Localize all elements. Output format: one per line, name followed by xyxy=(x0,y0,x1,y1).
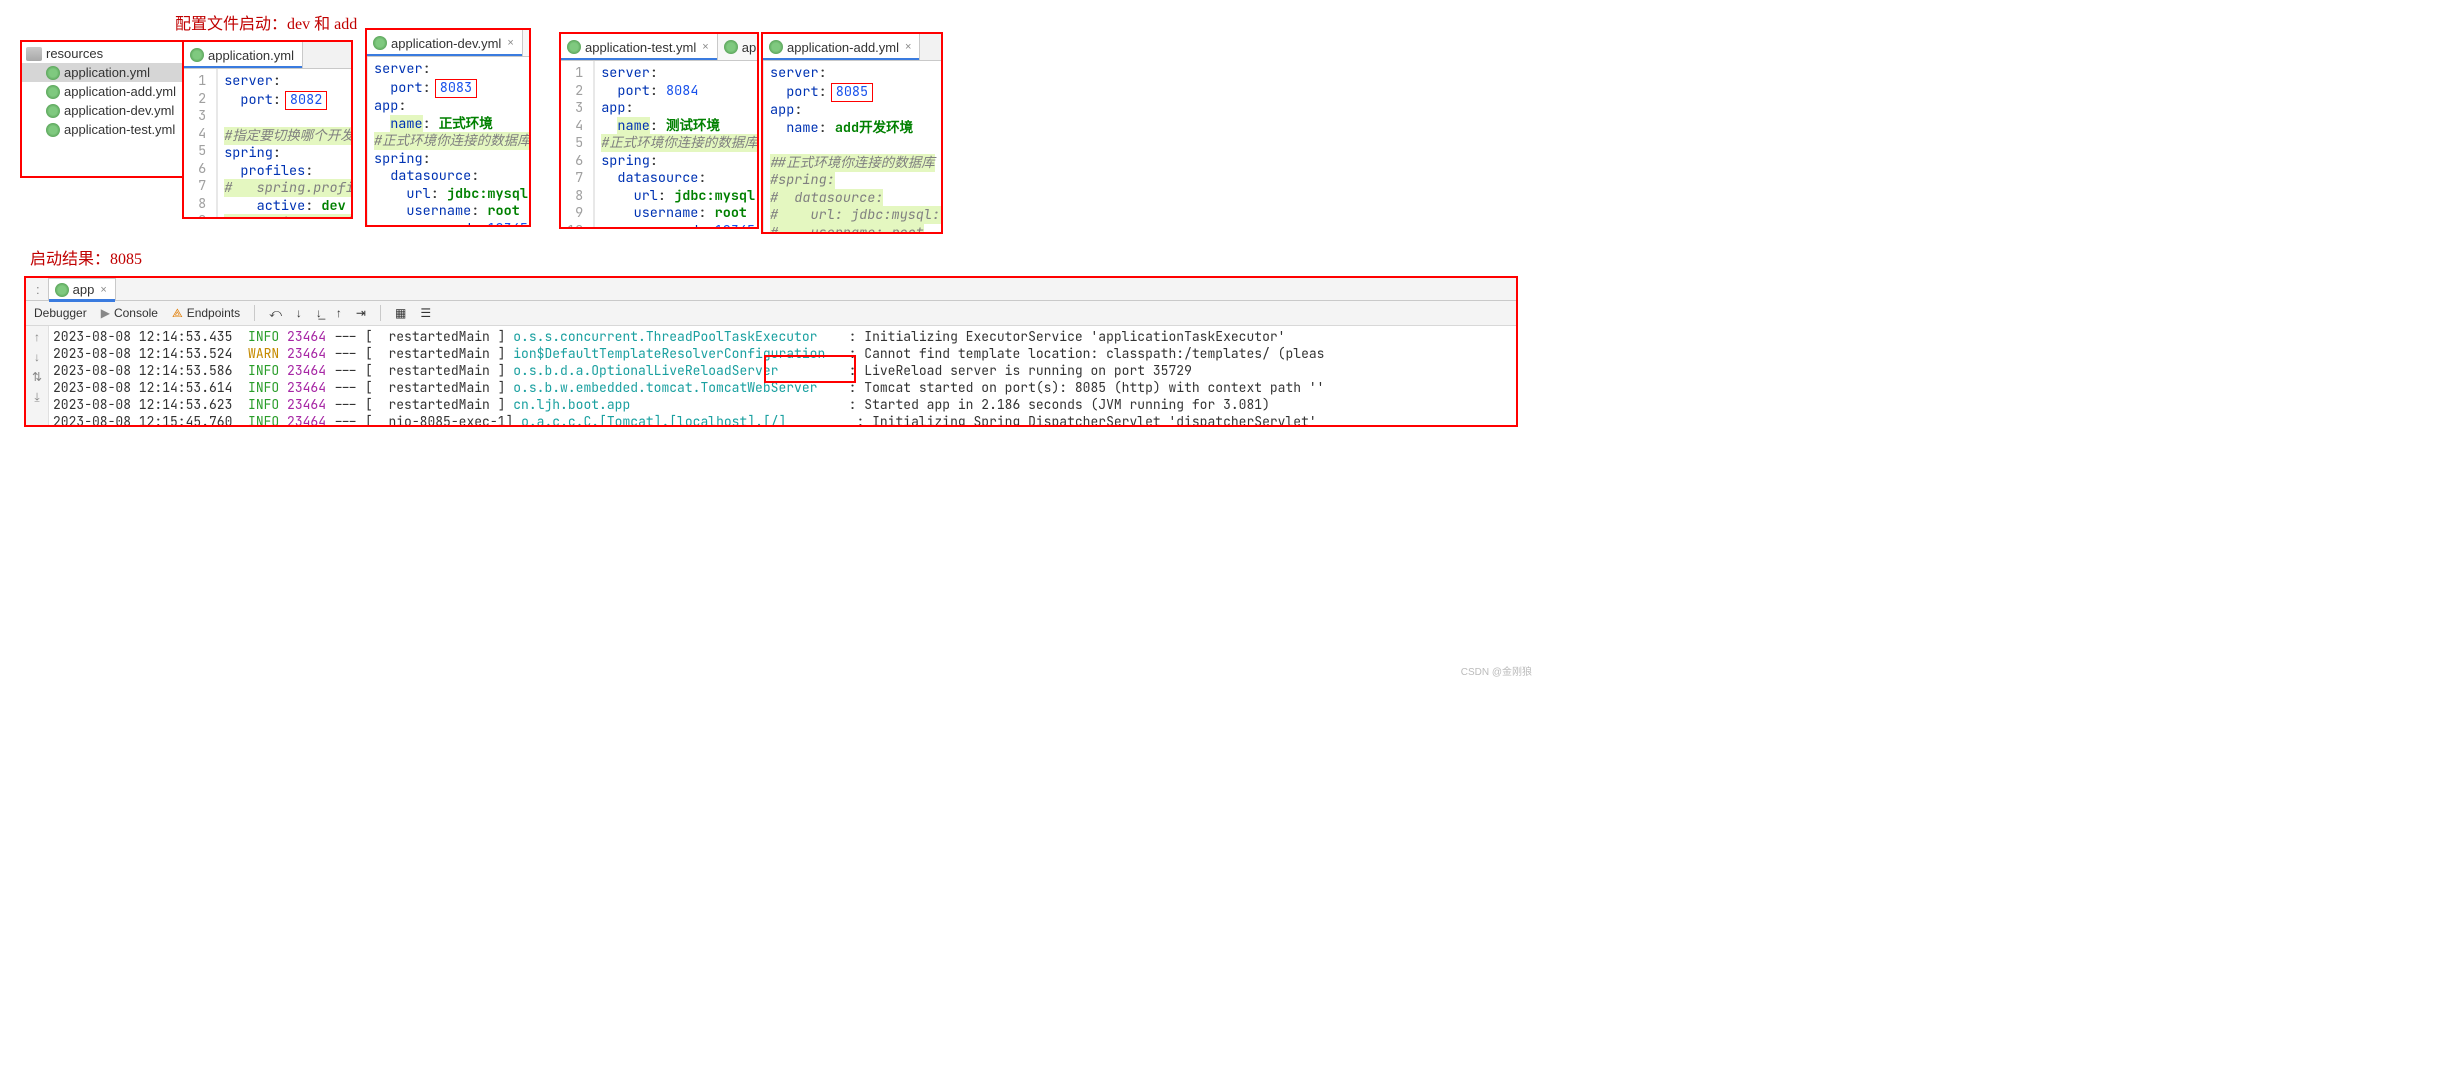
debugger-tab[interactable]: Debugger xyxy=(34,306,87,320)
spring-app-icon xyxy=(55,283,69,297)
code-body[interactable]: server: port:8082#指定要切换哪个开发环spring: prof… xyxy=(218,69,351,217)
editor-tabs: application-dev.yml × applica xyxy=(367,30,529,57)
spring-file-icon xyxy=(190,48,204,62)
spring-file-icon xyxy=(46,85,60,99)
spring-file-icon xyxy=(46,104,60,118)
close-icon[interactable]: × xyxy=(905,41,911,53)
evaluate-icon[interactable]: ▦ xyxy=(395,306,406,320)
folder-label: resources xyxy=(46,46,103,61)
tree-file-application-dev[interactable]: application-dev.yml xyxy=(22,101,182,120)
line-gutter: 12345678910 xyxy=(561,61,594,227)
tab-dev[interactable]: application-dev.yml × xyxy=(367,30,523,56)
tree-file-application-test[interactable]: application-test.yml xyxy=(22,120,182,139)
run-tab-app[interactable]: app × xyxy=(48,278,116,301)
tab-application[interactable]: application.yml xyxy=(184,42,303,68)
code-body[interactable]: server: port: 8084app: name: 测试环境#正式环境你连… xyxy=(595,61,757,227)
caption-top: 配置文件启动：dev 和 add xyxy=(175,10,357,34)
step-over-icon[interactable]: ⤺ xyxy=(269,306,282,321)
tree-file-application[interactable]: application.yml xyxy=(22,63,182,82)
toolbar-divider xyxy=(380,305,381,321)
tab-test[interactable]: application-test.yml × xyxy=(561,34,718,60)
scroll-icon[interactable]: ⤓ xyxy=(34,390,39,405)
spring-file-icon xyxy=(46,123,60,137)
down-icon[interactable]: ↓ xyxy=(34,350,40,364)
tab-other[interactable]: applica xyxy=(523,30,529,56)
run-tab-label: app xyxy=(73,282,95,297)
tab-label: application-add.yml xyxy=(787,40,899,55)
code-body[interactable]: server: port:8083app: name: 正式环境#正式环境你连接… xyxy=(368,57,529,225)
up-icon[interactable]: ↑ xyxy=(34,330,40,344)
tree-folder-resources[interactable]: resources xyxy=(22,44,182,63)
tab-add[interactable]: application-add.yml × xyxy=(763,34,920,60)
wrap-icon[interactable]: ⇅ xyxy=(32,370,42,384)
spring-file-icon xyxy=(373,36,387,50)
close-icon[interactable]: × xyxy=(100,284,106,296)
watermark: CSDN @金刚狼 xyxy=(1461,663,1532,678)
caption-result: 启动结果：8085 xyxy=(30,245,142,269)
run-gutter: ↑ ↓ ⇅ ⤓ xyxy=(26,326,49,425)
tab-label: application-test.yml xyxy=(585,40,696,55)
tab-other[interactable]: applicatic xyxy=(718,34,757,60)
editor-tabs: application-add.yml × xyxy=(763,34,941,61)
console-tab[interactable]: ▶Console xyxy=(101,306,158,320)
more-icon[interactable]: ☰ xyxy=(420,306,431,320)
editor-test: application-test.yml × applicatic 123456… xyxy=(559,32,759,229)
file-label: application-add.yml xyxy=(64,84,176,99)
editor-tabs: application.yml xyxy=(184,42,351,69)
folder-icon xyxy=(26,47,42,61)
editor-dev: application-dev.yml × applica server: po… xyxy=(365,28,531,227)
project-tree: resources application.yml application-ad… xyxy=(20,40,184,178)
spring-file-icon xyxy=(769,40,783,54)
spring-file-icon xyxy=(724,40,738,54)
code-body[interactable]: server: port:8085app: name: add开发环境##正式环… xyxy=(764,61,941,232)
editor-tabs: application-test.yml × applicatic xyxy=(561,34,757,61)
close-icon[interactable]: × xyxy=(507,37,513,49)
file-label: application-dev.yml xyxy=(64,103,174,118)
file-label: application.yml xyxy=(64,65,150,80)
run-toolbar: Debugger ▶Console ⟁Endpoints ⤺ ↓ ↓̲ ↑ ⇥ … xyxy=(26,301,1516,326)
step-into-icon[interactable]: ↓ xyxy=(296,306,302,320)
tab-label: applicatic xyxy=(742,40,757,55)
endpoints-icon: ⟁ xyxy=(172,306,183,321)
highlight-port-8085 xyxy=(764,355,856,383)
close-icon[interactable]: × xyxy=(702,41,708,53)
file-label: application-test.yml xyxy=(64,122,175,137)
tree-file-application-add[interactable]: application-add.yml xyxy=(22,82,182,101)
force-step-into-icon[interactable]: ↓̲ xyxy=(316,306,322,320)
step-out-icon[interactable]: ↑ xyxy=(336,306,342,320)
spring-file-icon xyxy=(567,40,581,54)
endpoints-tab[interactable]: ⟁Endpoints xyxy=(172,306,240,321)
run-tabs: : app × xyxy=(26,278,1516,301)
line-gutter: 12345678910 xyxy=(184,69,217,217)
run-to-cursor-icon[interactable]: ⇥ xyxy=(356,306,366,320)
editor-add: application-add.yml × server: port:8085a… xyxy=(761,32,943,234)
tab-label: application-dev.yml xyxy=(391,36,501,51)
tab-label: application.yml xyxy=(208,48,294,63)
console-icon: ▶ xyxy=(101,306,110,320)
spring-file-icon xyxy=(46,66,60,80)
editor-application: application.yml 12345678910 server: port… xyxy=(182,40,353,219)
toolbar-divider xyxy=(254,305,255,321)
run-tool-window: : app × Debugger ▶Console ⟁Endpoints ⤺ ↓… xyxy=(24,276,1518,427)
tool-label: : xyxy=(36,282,40,297)
